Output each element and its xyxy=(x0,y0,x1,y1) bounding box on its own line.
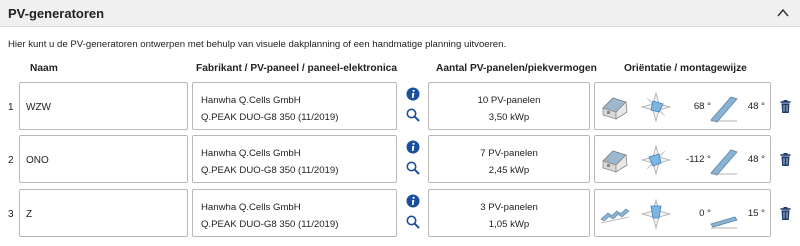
peak-power: 2,45 kWp xyxy=(488,165,530,176)
info-icon[interactable] xyxy=(406,194,420,208)
module-field[interactable]: Hanwha Q.Cells GmbH Q.PEAK DUO-G8 350 (1… xyxy=(192,82,397,130)
name-value: Z xyxy=(26,209,33,220)
orientation-field[interactable]: 68 ° 48 ° xyxy=(594,82,771,130)
azimuth-value: 0 ° xyxy=(699,208,711,219)
name-field[interactable]: WZW xyxy=(19,82,188,130)
tilt-value: 48 ° xyxy=(747,101,765,112)
tilt-icon xyxy=(710,149,738,176)
tilt-value: 48 ° xyxy=(747,154,765,165)
roof-mounted-icon xyxy=(602,150,628,173)
orientation-field[interactable]: -112 ° 48 ° xyxy=(594,135,771,183)
info-icon[interactable] xyxy=(406,140,420,154)
module-type: Q.PEAK DUO-G8 350 (11/2019) xyxy=(201,112,339,123)
peak-power: 3,50 kWp xyxy=(488,112,530,123)
roof-mounted-icon xyxy=(602,97,628,120)
panel-count: 3 PV-panelen xyxy=(480,202,538,213)
column-header-orientation: Oriëntatie / montagewijze xyxy=(624,63,747,74)
column-header-name: Naam xyxy=(30,63,58,74)
info-icon[interactable] xyxy=(406,87,420,101)
panels-field[interactable]: 10 PV-panelen 3,50 kWp xyxy=(428,82,590,130)
tilt-icon xyxy=(710,216,738,229)
manufacturer: Hanwha Q.Cells GmbH xyxy=(201,95,301,106)
intro-text: Hier kunt u de PV-generatoren ontwerpen … xyxy=(8,39,507,50)
compass-icon xyxy=(640,198,672,230)
panels-field[interactable]: 3 PV-panelen 1,05 kWp xyxy=(428,189,590,237)
section-header[interactable]: PV-generatoren xyxy=(0,0,800,27)
search-icon[interactable] xyxy=(406,215,420,229)
manufacturer: Hanwha Q.Cells GmbH xyxy=(201,202,301,213)
rack-mounted-icon xyxy=(600,208,630,224)
azimuth-value: -112 ° xyxy=(686,154,711,165)
tilt-icon xyxy=(710,96,738,123)
search-icon[interactable] xyxy=(406,108,420,122)
row-number: 1 xyxy=(8,102,14,113)
orientation-field[interactable]: 0 ° 15 ° xyxy=(594,189,771,237)
compass-icon xyxy=(640,144,672,176)
panels-field[interactable]: 7 PV-panelen 2,45 kWp xyxy=(428,135,590,183)
manufacturer: Hanwha Q.Cells GmbH xyxy=(201,148,301,159)
section-title: PV-generatoren xyxy=(8,6,105,21)
module-type: Q.PEAK DUO-G8 350 (11/2019) xyxy=(201,219,339,230)
name-field[interactable]: Z xyxy=(19,189,188,237)
compass-icon xyxy=(640,91,672,123)
column-header-module: Fabrikant / PV-paneel / paneel-elektroni… xyxy=(196,63,397,74)
name-value: WZW xyxy=(26,102,51,113)
tilt-value: 15 ° xyxy=(747,208,765,219)
peak-power: 1,05 kWp xyxy=(488,219,530,230)
row-number: 3 xyxy=(8,209,14,220)
panel-count: 10 PV-panelen xyxy=(477,95,541,106)
row-number: 2 xyxy=(8,155,14,166)
module-field[interactable]: Hanwha Q.Cells GmbH Q.PEAK DUO-G8 350 (1… xyxy=(192,135,397,183)
trash-icon[interactable] xyxy=(780,100,791,113)
trash-icon[interactable] xyxy=(780,153,791,166)
name-field[interactable]: ONO xyxy=(19,135,188,183)
column-header-panels: Aantal PV-panelen/piekvermogen xyxy=(436,63,597,74)
panel-count: 7 PV-panelen xyxy=(480,148,538,159)
chevron-up-icon[interactable] xyxy=(776,6,790,20)
module-type: Q.PEAK DUO-G8 350 (11/2019) xyxy=(201,165,339,176)
trash-icon[interactable] xyxy=(780,207,791,220)
module-field[interactable]: Hanwha Q.Cells GmbH Q.PEAK DUO-G8 350 (1… xyxy=(192,189,397,237)
search-icon[interactable] xyxy=(406,161,420,175)
azimuth-value: 68 ° xyxy=(693,101,711,112)
name-value: ONO xyxy=(26,155,49,166)
